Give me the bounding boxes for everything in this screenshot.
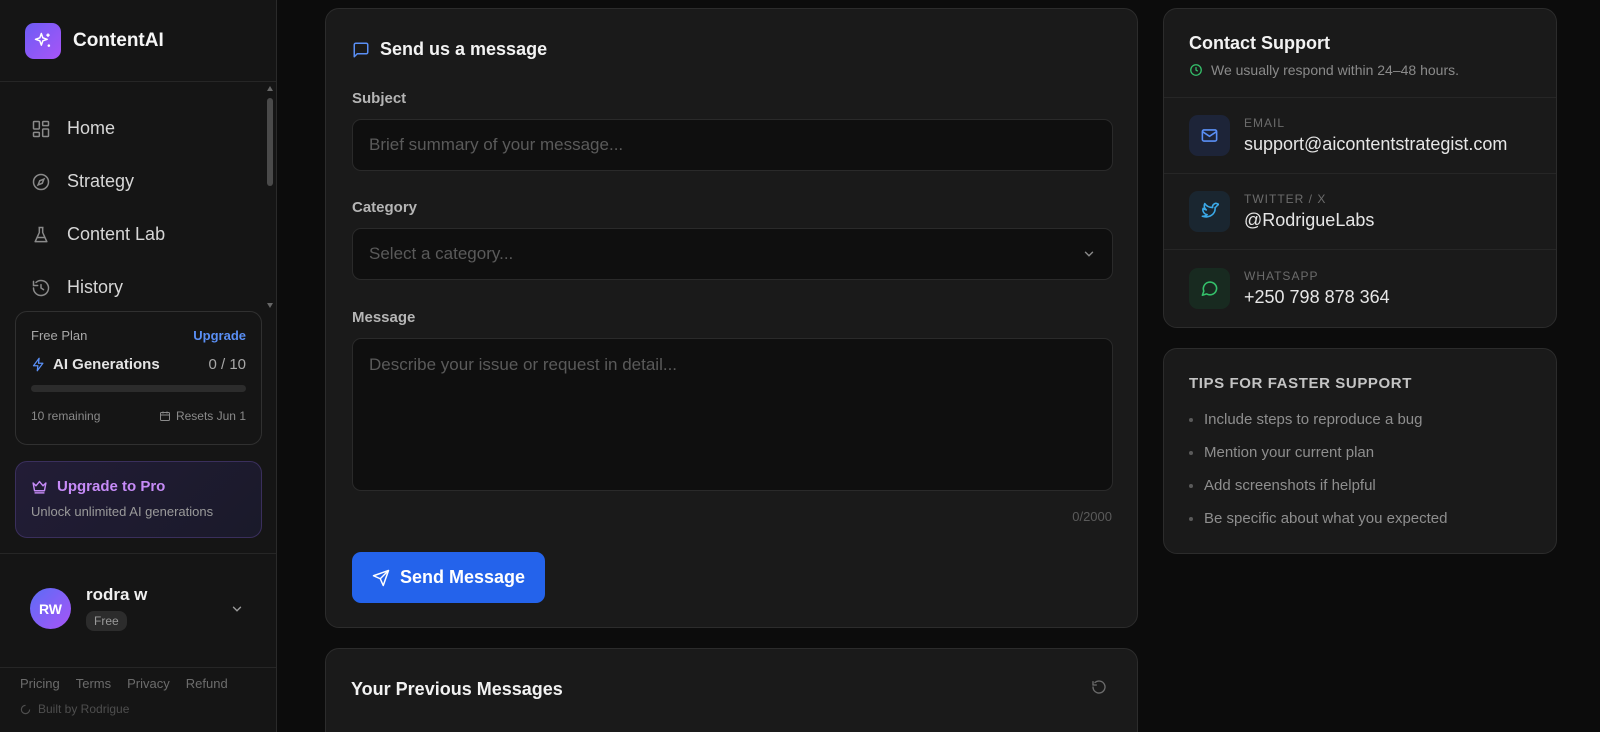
nav-label: Strategy (67, 171, 135, 191)
contact-support-card: Contact Support We usually respond withi… (1163, 8, 1557, 328)
footer-link-terms[interactable]: Terms (76, 676, 111, 691)
sparkle-logo-icon (25, 22, 61, 59)
clock-icon (1190, 64, 1202, 76)
contact-value: @RodrigueLabs (1244, 210, 1375, 230)
whatsapp-icon (1189, 267, 1230, 309)
contact-label: WHATSAPP (1244, 268, 1319, 283)
generations-title: AI Generations (31, 356, 160, 373)
reset-text: Resets Jun 1 (175, 409, 246, 423)
built-by-text: Built by Rodrigue (38, 702, 130, 716)
tip-item: Add screenshots if helpful (1189, 469, 1531, 502)
reset-info: Resets Jun 1 (159, 409, 246, 423)
contact-title: Contact Support (1189, 33, 1330, 53)
main-nav: Home Strategy Content Lab History (16, 102, 256, 314)
tips-list: Include steps to reproduce a bug Mention… (1189, 403, 1531, 535)
pro-title: Upgrade to Pro (57, 478, 166, 495)
tip-text: Include steps to reproduce a bug (1204, 411, 1423, 428)
contact-label: TWITTER / X (1244, 192, 1327, 206)
lightning-icon (32, 357, 44, 372)
message-label: Message (352, 309, 416, 326)
sidebar-scrollbar[interactable] (266, 86, 274, 308)
tips-title: TIPS FOR FASTER SUPPORT (1189, 375, 1412, 392)
send-message-label: Send Message (399, 567, 526, 587)
nav-item-home[interactable]: Home (16, 102, 256, 155)
grid-icon (30, 118, 52, 140)
chevron-down-icon (1084, 251, 1094, 257)
message-form-card: Send us a message Subject Category Selec… (325, 8, 1138, 628)
built-by: Built by Rodrigue (20, 702, 129, 716)
category-label: Category (352, 199, 418, 216)
tip-text: Add screenshots if helpful (1204, 477, 1376, 494)
upgrade-link[interactable]: Upgrade (193, 328, 246, 343)
contact-subtitle: We usually respond within 24–48 hours. (1211, 62, 1460, 78)
bullet-dot-icon (1189, 450, 1193, 455)
contact-value: support@aicontentstrategist.com (1244, 134, 1508, 154)
user-menu[interactable]: RW rodra w Free (0, 553, 276, 668)
bullet-dot-icon (1189, 417, 1193, 422)
pro-subtitle: Unlock unlimited AI generations (31, 504, 214, 519)
upgrade-pro-card[interactable]: Upgrade to Pro Unlock unlimited AI gener… (15, 461, 262, 538)
category-placeholder: Select a category... (369, 244, 514, 263)
char-counter: 0/2000 (1072, 509, 1112, 524)
footer-links: Pricing Terms Privacy Refund (20, 676, 244, 691)
footer-link-pricing[interactable]: Pricing (20, 676, 60, 691)
nav-label: Content Lab (67, 224, 166, 244)
contact-whatsapp[interactable]: WHATSAPP +250 798 878 364 (1164, 250, 1556, 326)
sidebar: ContentAI Home Strategy Content Lab Hist… (0, 0, 277, 732)
previous-messages-card: Your Previous Messages (325, 648, 1138, 732)
tip-item: Be specific about what you expected (1189, 502, 1531, 535)
brand[interactable]: ContentAI (0, 0, 276, 82)
send-message-button[interactable]: Send Message (352, 552, 545, 603)
nav-label: History (67, 277, 124, 297)
scroll-up-arrow-icon[interactable] (267, 86, 273, 91)
contact-value: +250 798 878 364 (1244, 286, 1390, 307)
plan-card: Free Plan Upgrade AI Generations 0 / 10 … (15, 311, 262, 445)
tip-text: Mention your current plan (1204, 444, 1375, 461)
history-icon (30, 277, 52, 299)
subject-label: Subject (352, 90, 407, 107)
contact-email[interactable]: EMAIL support@aicontentstrategist.com (1164, 98, 1556, 174)
calendar-icon (159, 411, 170, 421)
flask-icon (30, 224, 52, 246)
tip-item: Include steps to reproduce a bug (1189, 403, 1531, 436)
usage-progress-bar (31, 385, 246, 392)
tip-item: Mention your current plan (1189, 436, 1531, 469)
category-select[interactable]: Select a category... (352, 228, 1113, 280)
bullet-dot-icon (1189, 516, 1193, 521)
compass-icon (30, 171, 52, 193)
avatar: RW (30, 588, 71, 629)
plan-name: Free Plan (31, 328, 88, 343)
nav-item-history[interactable]: History (16, 261, 256, 314)
twitter-icon (1189, 191, 1230, 232)
nav-item-content-lab[interactable]: Content Lab (16, 208, 256, 261)
footer-link-privacy[interactable]: Privacy (127, 676, 170, 691)
scroll-down-arrow-icon[interactable] (267, 303, 273, 308)
subject-input[interactable] (352, 119, 1113, 171)
tip-text: Be specific about what you expected (1204, 510, 1448, 527)
nav-label: Home (67, 118, 116, 138)
message-square-icon (353, 42, 369, 57)
generations-label: AI Generations (53, 356, 160, 373)
refresh-icon[interactable] (1091, 679, 1107, 700)
spinner-icon (20, 704, 31, 714)
scroll-thumb[interactable] (267, 98, 273, 186)
generations-count: 0 / 10 (208, 356, 246, 373)
crown-icon (32, 480, 47, 494)
chevron-down-icon[interactable] (230, 602, 244, 621)
form-title: Send us a message (380, 39, 548, 59)
nav-item-strategy[interactable]: Strategy (16, 155, 256, 208)
send-icon (372, 569, 390, 586)
brand-name: ContentAI (73, 29, 164, 51)
contact-label: EMAIL (1244, 116, 1286, 130)
tips-card: TIPS FOR FASTER SUPPORT Include steps to… (1163, 348, 1557, 554)
message-textarea[interactable] (352, 338, 1113, 491)
contact-twitter[interactable]: TWITTER / X @RodrigueLabs (1164, 174, 1556, 250)
footer-link-refund[interactable]: Refund (186, 676, 228, 691)
remaining-text: 10 remaining (31, 409, 101, 423)
mail-icon (1189, 115, 1230, 156)
plan-badge: Free (86, 611, 127, 631)
bullet-dot-icon (1189, 483, 1193, 488)
user-name: rodra w (86, 585, 148, 604)
previous-messages-title: Your Previous Messages (351, 679, 563, 699)
